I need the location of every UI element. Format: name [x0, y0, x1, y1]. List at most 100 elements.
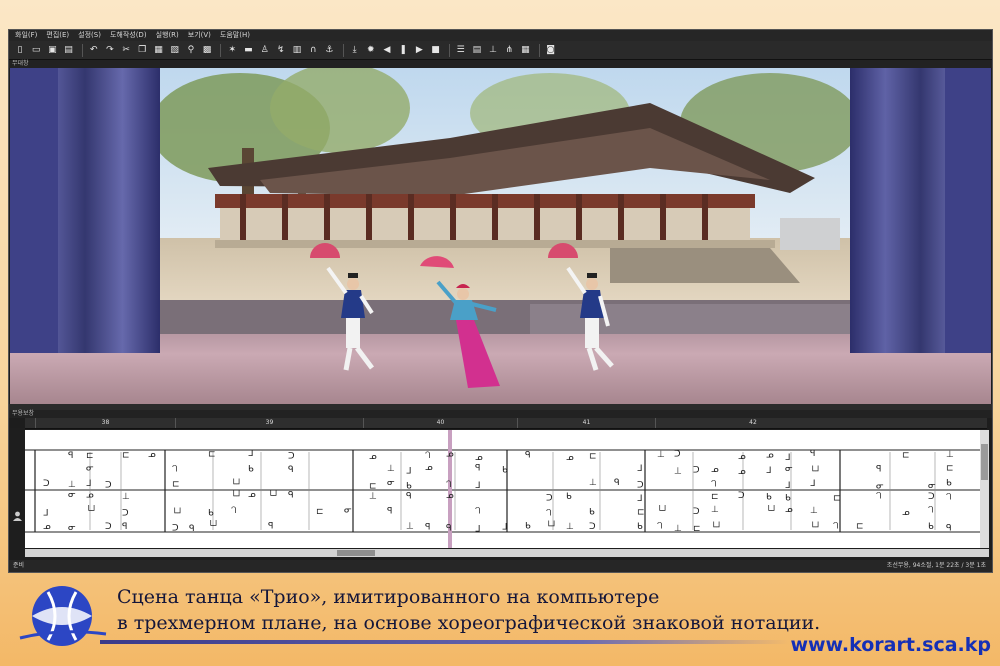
notation-glyph: ᑐ [674, 449, 681, 459]
notation-glyph: ꟼ [387, 507, 392, 517]
notation-glyph: ᒧ [766, 466, 772, 476]
notation-glyph: ⊏ [86, 451, 94, 461]
frame-icon[interactable]: ▩ [200, 43, 214, 57]
measure-number-41[interactable]: 41 [517, 418, 655, 428]
download-icon[interactable]: ⤓ [348, 43, 362, 57]
notation-glyph: ᒧ [637, 464, 643, 474]
notation-glyph: ᓄ [43, 522, 51, 532]
measure-number-42[interactable]: 42 [655, 418, 850, 428]
script-icon[interactable]: ▥ [290, 43, 304, 57]
toolbar-separator [538, 43, 540, 57]
toolbar-separator [342, 43, 344, 57]
notation-glyph: ᒧ [86, 479, 92, 489]
vertical-scrollbar[interactable] [980, 430, 989, 548]
notation-glyph: ⊥ [369, 491, 377, 501]
redo-icon[interactable]: ↷ [103, 43, 117, 57]
dancer-pose-icon[interactable]: ✶ [225, 43, 239, 57]
notation-glyph: ⊏ [589, 451, 597, 461]
menu-item-3[interactable]: 도해작성(D) [110, 30, 147, 41]
notation-glyph: ᒧ [785, 481, 791, 491]
notation-glyph: ⊥ [657, 450, 665, 460]
notation-glyph: ᑲ [248, 465, 254, 475]
notation-glyph: ᘃ [833, 522, 838, 532]
horizontal-scrollbar[interactable] [25, 549, 989, 557]
stage-pane-title: 무대창 [9, 60, 992, 68]
notation-glyph: ᑐ [105, 522, 112, 532]
notation-glyph: ⊏ [208, 450, 216, 460]
notation-glyph: ᑐ [693, 465, 700, 475]
notation-glyph: ᘃ [446, 480, 451, 490]
figure-icon[interactable]: ♙ [258, 43, 272, 57]
notation-glyph: └┘ [711, 521, 722, 533]
notation-glyph: ᓂ [876, 482, 884, 492]
notation-glyph: ᓄ [425, 463, 433, 473]
notation-icon[interactable]: ⊥ [486, 43, 500, 57]
notation-glyph: ⊥ [566, 522, 574, 532]
notation-glyph: ᑫ [525, 451, 531, 461]
paste-icon[interactable]: ▦ [152, 43, 166, 57]
symbol-icon[interactable]: ⋔ [502, 43, 516, 57]
settings-icon[interactable]: ✹ [364, 43, 378, 57]
measure-number-39[interactable]: 39 [175, 418, 363, 428]
undo-icon[interactable]: ↶ [87, 43, 101, 57]
loop-icon[interactable]: ∩ [306, 43, 320, 57]
save-as-icon[interactable]: ▤ [62, 43, 76, 57]
notation-glyph: ⊏ [637, 508, 645, 518]
save-icon[interactable]: ▣ [45, 43, 59, 57]
measure-number-38[interactable]: 38 [35, 418, 175, 428]
notation-glyph: ᑐ [122, 508, 129, 518]
notation-glyph: ᓄ [766, 451, 774, 461]
notation-glyph: ꟼ [122, 522, 127, 532]
rewind-icon[interactable]: ◀ [380, 43, 394, 57]
notation-glyph: ⊏ [122, 451, 130, 461]
notation-glyph: ᒧ [637, 494, 643, 504]
notation-glyph: ᑫ [189, 524, 195, 534]
notation-glyph: ᑐ [738, 491, 745, 501]
fast-forward-icon[interactable]: ▶ [412, 43, 426, 57]
score-icon[interactable]: ▤ [470, 43, 484, 57]
pause-icon[interactable]: ❚ [396, 43, 410, 57]
measure-number-40[interactable]: 40 [363, 418, 517, 428]
notation-glyph: └┘ [810, 521, 821, 533]
grid-icon[interactable]: ▦ [518, 43, 532, 57]
new-file-icon[interactable]: ▯ [13, 43, 27, 57]
copy-icon[interactable]: ❐ [135, 43, 149, 57]
notation-glyph: ᒧ [475, 481, 481, 491]
notation-glyph: ᑐ [546, 493, 553, 503]
anchor-icon[interactable]: ⚓ [322, 43, 336, 57]
notation-glyph: ᘃ [425, 451, 430, 461]
clone-icon[interactable]: ▧ [168, 43, 182, 57]
zoom-icon[interactable]: ⚲ [184, 43, 198, 57]
person-icon[interactable] [10, 428, 25, 550]
logo-icon [19, 586, 107, 646]
notation-glyph: ᘃ [172, 464, 177, 474]
menu-item-4[interactable]: 실행(R) [156, 30, 179, 41]
keyframe-icon[interactable]: ▬ [241, 43, 255, 57]
stop-icon[interactable]: ■ [429, 43, 443, 57]
menu-item-0[interactable]: 화일(F) [15, 30, 37, 41]
notation-glyph: ᑲ [566, 492, 572, 502]
notation-glyph: ᑲ [525, 521, 531, 531]
notation-glyph: ᑐ [172, 523, 179, 533]
notation-glyph: ᘃ [657, 522, 662, 532]
stage-viewport[interactable] [10, 68, 991, 404]
staff-lines-icon[interactable]: ☰ [454, 43, 468, 57]
notation-glyph: └┘ [86, 504, 97, 516]
notation-glyph: ⊏ [172, 480, 180, 490]
motion-icon[interactable]: ↯ [274, 43, 288, 57]
menu-item-1[interactable]: 편집(E) [46, 30, 69, 41]
notation-glyph: ᓄ [148, 450, 156, 460]
notation-glyph: ᑫ [288, 465, 294, 475]
notation-glyph: ᘃ [946, 492, 951, 502]
cut-icon[interactable]: ✂ [119, 43, 133, 57]
menu-item-6[interactable]: 도움말(H) [220, 30, 250, 41]
menu-item-5[interactable]: 보기(V) [188, 30, 211, 41]
notation-glyph: ⊏ [902, 450, 910, 460]
camera-icon[interactable]: ◙ [544, 43, 558, 57]
notation-score[interactable]: ᑐ ᒧ ᓄ ꟼ ⊥ ᓂ ᓂ ⊏ ᓂ ᒧ ᓄ └┘ ᑐ ᑐ ⊏ ⊥ ᑐ ꟼ ᓄ ᘃ ⊏ └┘ ᑐ ᑫ ⊏ ᑲ └┘ └┘ └┘ ᘃ ᒧ ᑲ ᓄ └┘… [25, 430, 980, 548]
caption: Сцена танца «Трио», имитированного на ко… [117, 584, 820, 636]
menu-item-2[interactable]: 설정(S) [78, 30, 101, 41]
open-folder-icon[interactable]: ▭ [29, 43, 43, 57]
notation-glyph: ᓄ [369, 452, 377, 462]
website-url[interactable]: www.korart.sca.kp [790, 634, 991, 656]
